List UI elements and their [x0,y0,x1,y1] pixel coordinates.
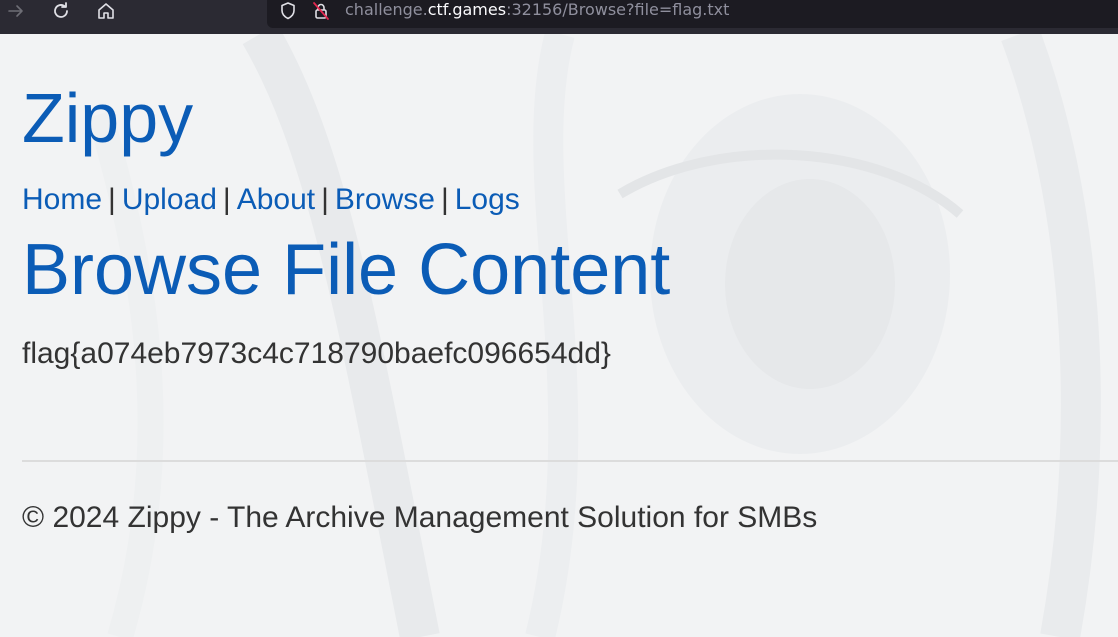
nav-link-logs[interactable]: Logs [455,183,520,216]
main-nav: Home | Upload | About | Browse | Logs [22,180,520,220]
nav-link-browse[interactable]: Browse [335,183,435,216]
nav-link-home[interactable]: Home [22,183,102,216]
nav-separator: | [222,183,231,216]
nav-link-about[interactable]: About [237,183,315,216]
url-prefix: challenge. [345,0,428,19]
url-host: ctf.games [427,0,507,19]
page-heading: Browse File Content [22,230,671,310]
url-text[interactable]: challenge.ctf.games:32156/Browse?file=fl… [345,0,729,20]
reload-icon[interactable] [50,0,72,22]
nav-separator: | [440,183,449,216]
nav-link-upload[interactable]: Upload [122,183,217,216]
forward-arrow-icon[interactable] [5,0,27,22]
footer-text: © 2024 Zippy - The Archive Management So… [22,501,818,534]
footer-divider [22,460,1118,462]
site-title: Zippy [22,79,194,157]
shield-icon[interactable] [277,0,299,22]
nav-separator: | [321,183,329,216]
home-icon[interactable] [95,0,117,22]
insecure-lock-icon[interactable] [310,0,332,22]
page-content: Zippy Home | Upload | About | Browse | Logs Brow… [0,34,1118,637]
file-content-text: flag{a074eb7973c4c718790baefc096654dd} [22,337,611,370]
browser-toolbar: challenge.ctf.games:32156/Browse?file=fl… [0,0,1118,34]
url-suffix: :32156/Browse?file=flag.txt [506,0,730,19]
nav-separator: | [108,183,116,216]
